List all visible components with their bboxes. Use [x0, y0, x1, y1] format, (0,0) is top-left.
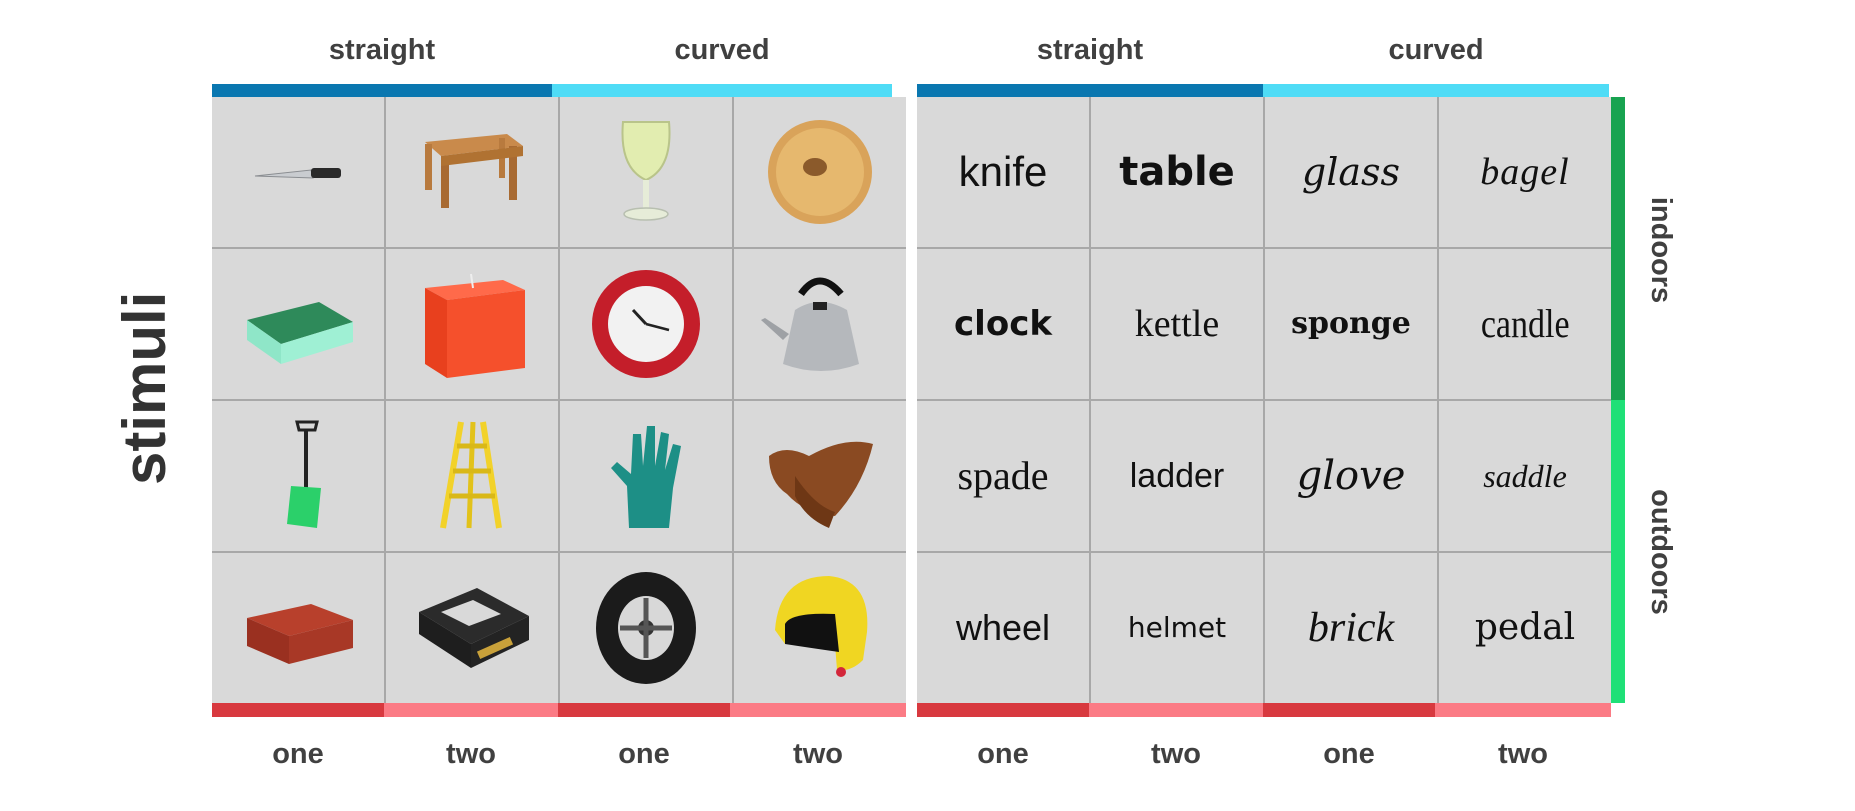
word-cell: glove [1265, 401, 1437, 551]
word-brick: brick [1307, 605, 1395, 651]
stimuli-label: stimuli [111, 291, 178, 485]
word-cell: glass [1265, 97, 1437, 247]
right-footer-one-2: one [1323, 738, 1375, 770]
right-bar-curved [1263, 84, 1609, 98]
word-cell: saddle [1439, 401, 1611, 551]
word-kettle: kettle [1134, 303, 1220, 345]
word-cell: knife [917, 97, 1089, 247]
outdoors-label: outdoors [1645, 489, 1677, 615]
left-footer-one-2: one [618, 738, 670, 770]
right-bar-one-2 [1263, 703, 1435, 717]
candle-icon [425, 273, 525, 378]
word-cell: pedal [1439, 553, 1611, 703]
right-footer-two-1: two [1151, 738, 1201, 770]
word-cell: helmet [1091, 553, 1263, 703]
wheel-icon [596, 572, 696, 684]
picture-grid [212, 97, 906, 703]
left-footer-one-1: one [272, 738, 324, 770]
word-clock: clock [954, 304, 1052, 344]
word-cell: bagel [1439, 97, 1611, 247]
left-bar-curved [552, 84, 892, 98]
clock-icon [592, 270, 700, 378]
indoors-label: indoors [1645, 196, 1677, 304]
word-ladder: ladder [1129, 457, 1225, 495]
outdoors-bar [1611, 400, 1625, 703]
word-bagel: bagel [1480, 151, 1570, 193]
right-bar-one-1 [917, 703, 1089, 717]
left-footer-two-1: two [446, 738, 496, 770]
word-cell: spade [917, 401, 1089, 551]
picture-cell-glass [560, 97, 732, 247]
indoors-bar [1611, 97, 1625, 400]
ladder-icon [440, 421, 502, 529]
right-header-straight: straight [1036, 34, 1144, 66]
left-bar-one-1 [212, 703, 384, 717]
picture-cell-saddle [734, 401, 906, 551]
right-header-curved: curved [1388, 34, 1484, 66]
glass-icon [621, 121, 671, 221]
word-cell: clock [917, 249, 1089, 399]
helmet-icon [775, 576, 868, 677]
picture-cell-sponge [212, 249, 384, 399]
word-saddle: saddle [1483, 458, 1567, 494]
kettle-icon [761, 277, 859, 371]
right-footer-one-1: one [977, 738, 1029, 770]
picture-cell-spade [212, 401, 384, 551]
left-bar-two-2 [730, 703, 906, 717]
word-candle: candle [1480, 301, 1570, 346]
picture-cell-clock [560, 249, 732, 399]
word-pedal: pedal [1474, 607, 1576, 648]
right-bar-straight [917, 84, 1263, 98]
right-footer-two-2: two [1498, 738, 1548, 770]
word-cell: ladder [1091, 401, 1263, 551]
picture-cell-wheel [560, 553, 732, 703]
picture-cell-candle [386, 249, 558, 399]
right-bar-two-2 [1435, 703, 1611, 717]
word-table: table [1119, 149, 1235, 195]
pedal-icon [419, 588, 529, 668]
word-cell: sponge [1265, 249, 1437, 399]
word-knife: knife [958, 148, 1048, 195]
word-spade: spade [957, 453, 1049, 498]
left-bar-two-1 [384, 703, 558, 717]
right-bar-two-1 [1089, 703, 1263, 717]
word-helmet: helmet [1127, 611, 1227, 644]
brick-icon [247, 604, 353, 664]
word-sponge: sponge [1291, 306, 1411, 341]
word-grid: knife table glass bagel clock kettle spo… [917, 97, 1611, 703]
left-header-curved: curved [674, 34, 770, 66]
word-cell: table [1091, 97, 1263, 247]
picture-cell-kettle [734, 249, 906, 399]
word-cell: wheel [917, 553, 1089, 703]
picture-cell-brick [212, 553, 384, 703]
word-wheel: wheel [955, 607, 1051, 648]
word-glove: glove [1296, 453, 1406, 499]
glove-icon [611, 426, 681, 528]
left-footer-two-2: two [793, 738, 843, 770]
picture-cell-knife [212, 97, 384, 247]
picture-cell-bagel [734, 97, 906, 247]
word-cell: kettle [1091, 249, 1263, 399]
table-icon [425, 134, 523, 208]
word-glass: glass [1301, 150, 1401, 194]
left-bar-one-2 [558, 703, 730, 717]
knife-icon [254, 168, 341, 179]
word-cell: candle [1439, 249, 1611, 399]
picture-cell-glove [560, 401, 732, 551]
left-header-straight: straight [328, 34, 436, 66]
word-cell: brick [1265, 553, 1437, 703]
picture-cell-helmet [734, 553, 906, 703]
saddle-icon [769, 441, 873, 528]
left-bar-straight [212, 84, 552, 98]
bagel-icon [768, 120, 872, 224]
picture-cell-pedal [386, 553, 558, 703]
picture-cell-ladder [386, 401, 558, 551]
sponge-icon [247, 302, 353, 364]
spade-icon [287, 420, 321, 528]
picture-cell-table [386, 97, 558, 247]
